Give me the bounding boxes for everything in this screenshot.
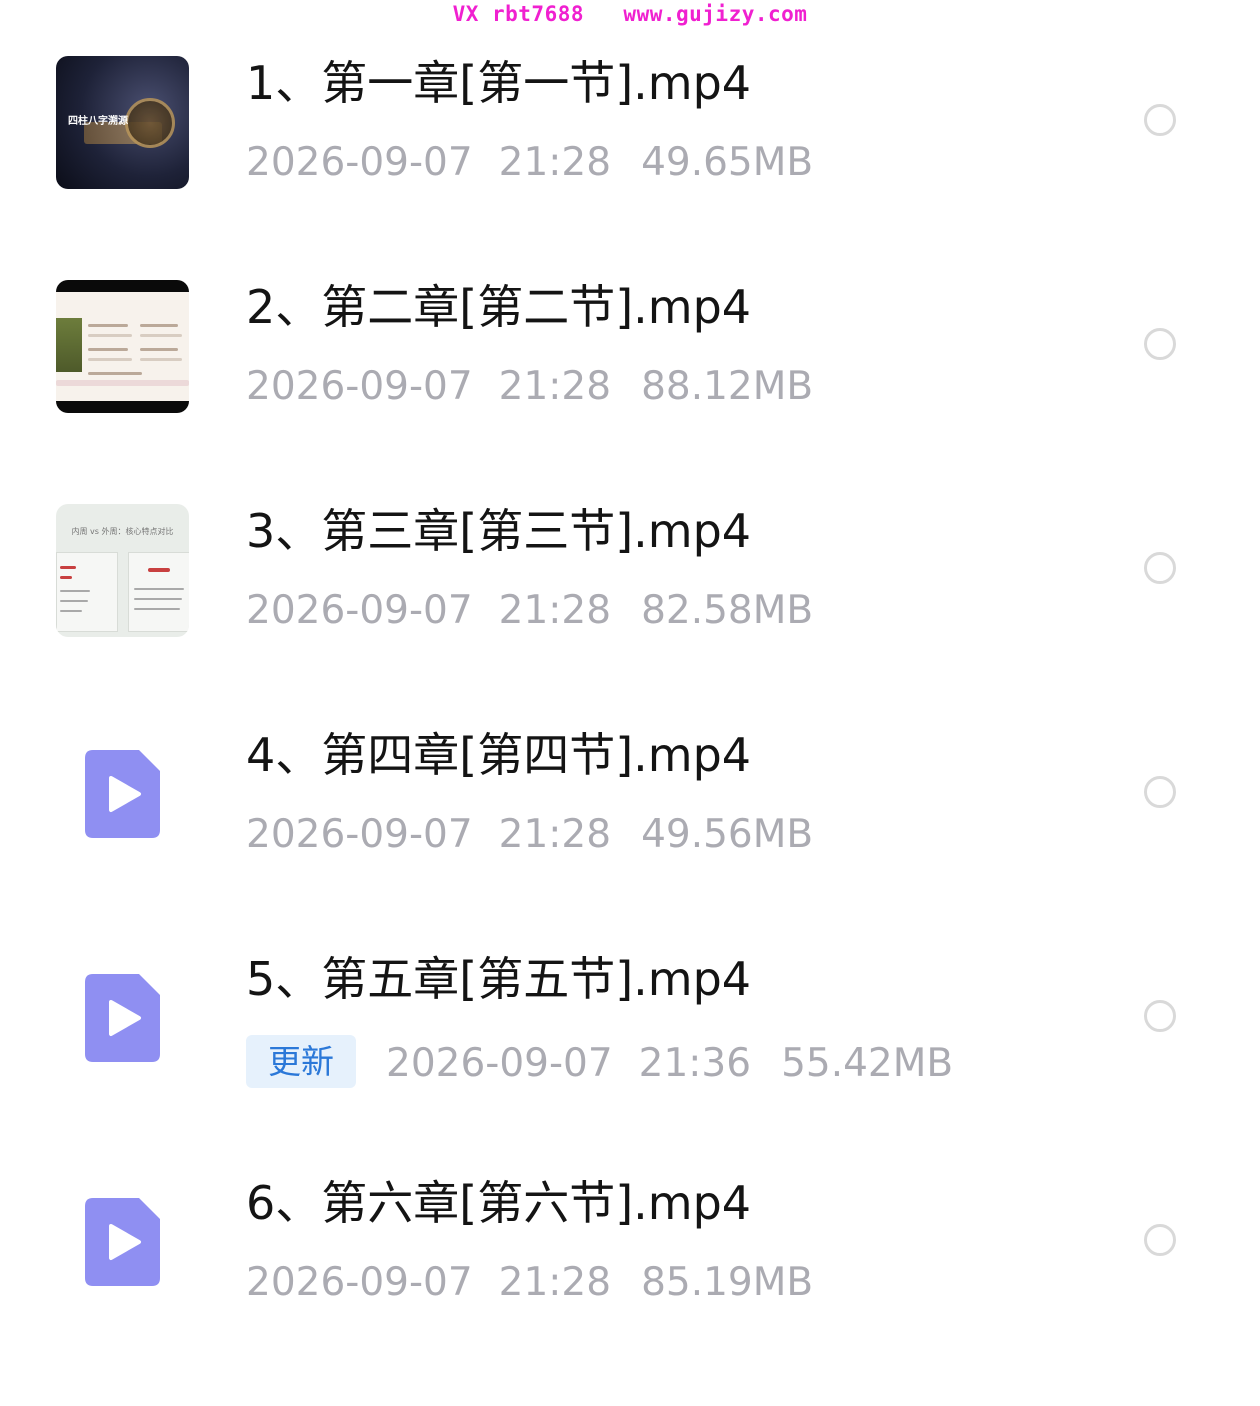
file-size: 82.58MB — [641, 588, 814, 633]
video-thumbnail: 四柱八字溯源 — [56, 56, 189, 189]
file-date: 2026-09-07 — [246, 1260, 473, 1305]
file-date: 2026-09-07 — [386, 1041, 613, 1086]
file-row[interactable]: 2、第二章[第二节].mp4 2026-09-07 21:28 88.12MB — [0, 224, 1260, 448]
file-size: 49.65MB — [641, 140, 814, 185]
video-file-icon — [85, 1198, 160, 1286]
select-checkbox[interactable] — [1144, 776, 1176, 808]
select-checkbox[interactable] — [1144, 104, 1176, 136]
file-size: 55.42MB — [781, 1041, 954, 1086]
file-date: 2026-09-07 — [246, 364, 473, 409]
file-meta: 更新 2026-09-07 21:36 55.42MB — [246, 1035, 954, 1092]
file-row[interactable]: 内周 vs 外周：核心特点对比 3、第三章[第三节].mp4 2026-09-0… — [0, 448, 1260, 672]
select-checkbox[interactable] — [1144, 1224, 1176, 1256]
file-name: 1、第一章[第一节].mp4 — [246, 56, 752, 110]
file-date: 2026-09-07 — [246, 588, 473, 633]
file-name: 2、第二章[第二节].mp4 — [246, 280, 752, 334]
file-size: 88.12MB — [641, 364, 814, 409]
file-time: 21:28 — [498, 140, 612, 185]
video-file-icon — [85, 750, 160, 838]
file-meta: 2026-09-07 21:28 88.12MB — [246, 367, 813, 406]
select-checkbox[interactable] — [1144, 552, 1176, 584]
video-thumbnail: 内周 vs 外周：核心特点对比 — [56, 504, 189, 637]
file-time: 21:28 — [498, 812, 612, 857]
file-date: 2026-09-07 — [246, 812, 473, 857]
thumbnail-title: 内周 vs 外周：核心特点对比 — [71, 527, 174, 536]
file-row[interactable]: 6、第六章[第六节].mp4 2026-09-07 21:28 85.19MB — [0, 1120, 1260, 1344]
thumbnail-title: 四柱八字溯源 — [68, 116, 128, 127]
file-meta: 2026-09-07 21:28 49.56MB — [246, 815, 813, 854]
file-row[interactable]: 四柱八字溯源 1、第一章[第一节].mp4 2026-09-07 21:28 49.… — [0, 0, 1260, 224]
select-checkbox[interactable] — [1144, 328, 1176, 360]
file-size: 49.56MB — [641, 812, 814, 857]
file-name: 3、第三章[第三节].mp4 — [246, 504, 752, 558]
video-thumbnail — [56, 280, 189, 413]
file-time: 21:28 — [498, 1260, 612, 1305]
file-size: 85.19MB — [641, 1260, 814, 1305]
file-name: 5、第五章[第五节].mp4 — [246, 952, 752, 1006]
file-name: 6、第六章[第六节].mp4 — [246, 1176, 752, 1230]
file-row[interactable]: 5、第五章[第五节].mp4 更新 2026-09-07 21:36 55.42MB — [0, 896, 1260, 1120]
file-meta: 2026-09-07 21:28 85.19MB — [246, 1263, 813, 1302]
file-meta: 2026-09-07 21:28 49.65MB — [246, 143, 813, 182]
video-file-icon — [85, 974, 160, 1062]
select-checkbox[interactable] — [1144, 1000, 1176, 1032]
file-time: 21:28 — [498, 364, 612, 409]
file-time: 21:36 — [638, 1041, 752, 1086]
file-date: 2026-09-07 — [246, 140, 473, 185]
file-time: 21:28 — [498, 588, 612, 633]
file-row[interactable]: 4、第四章[第四节].mp4 2026-09-07 21:28 49.56MB — [0, 672, 1260, 896]
update-badge: 更新 — [246, 1035, 356, 1088]
file-meta: 2026-09-07 21:28 82.58MB — [246, 591, 813, 630]
file-name: 4、第四章[第四节].mp4 — [246, 728, 752, 782]
